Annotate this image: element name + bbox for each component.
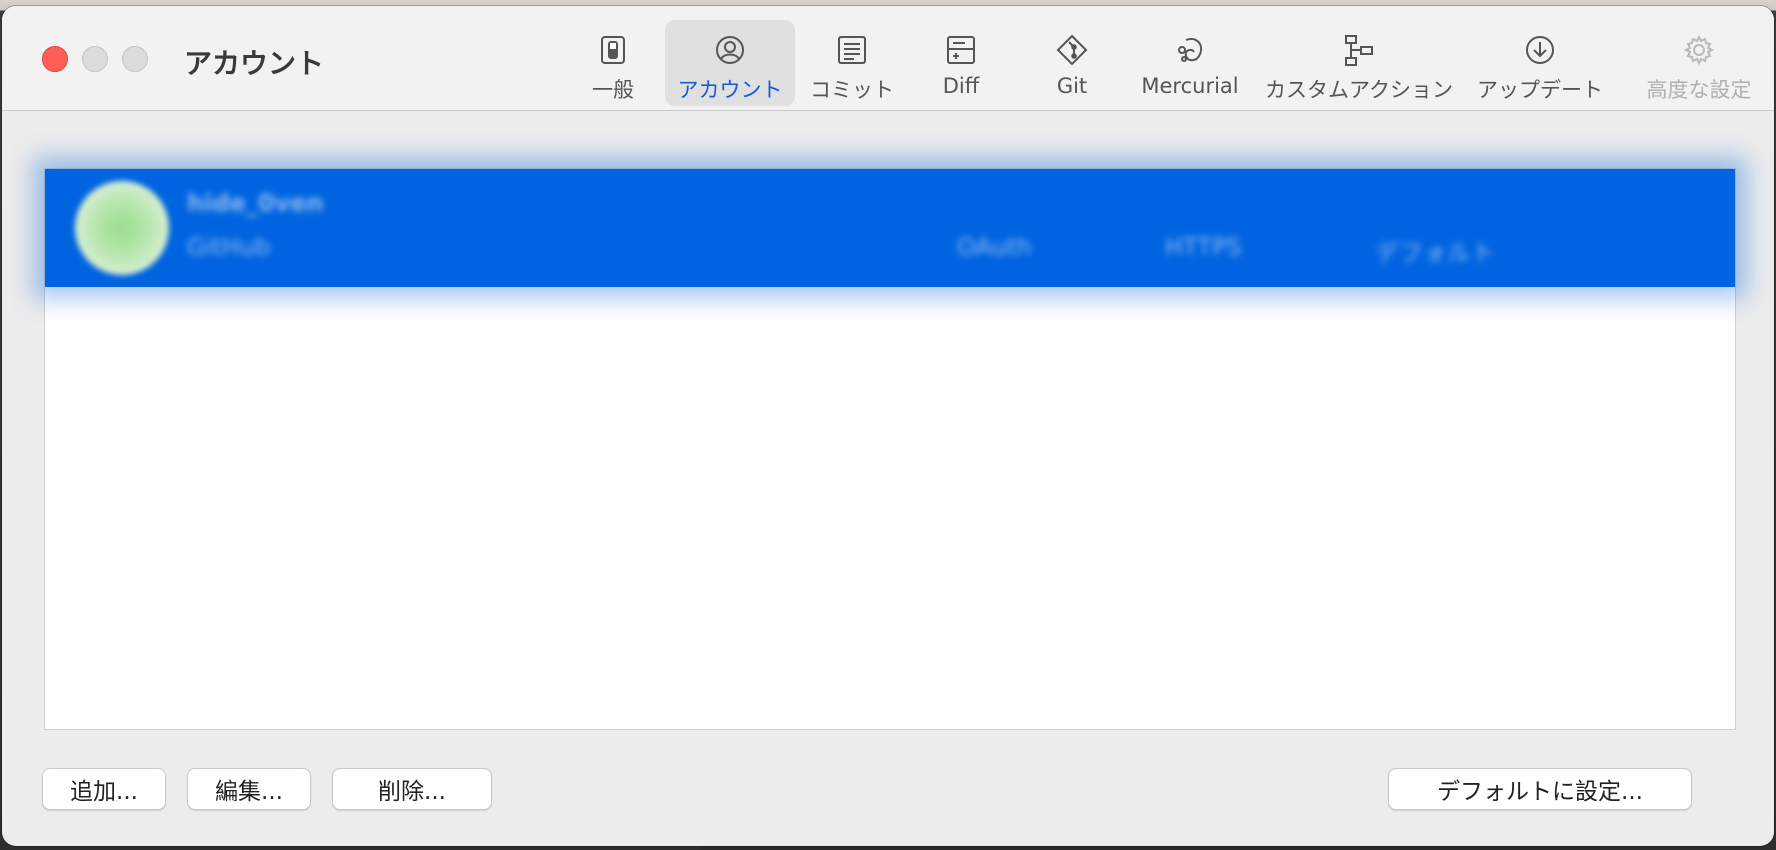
gear-icon — [1681, 32, 1717, 68]
tab-advanced[interactable]: 高度な設定 — [1634, 20, 1764, 106]
tab-general[interactable]: 一般 — [568, 20, 658, 106]
avatar — [75, 181, 169, 275]
tab-commit[interactable]: コミット — [802, 20, 902, 106]
delete-button[interactable]: 削除... — [332, 768, 492, 810]
tab-label: コミット — [810, 78, 894, 102]
switch-icon — [595, 32, 631, 68]
person-circle-icon — [712, 32, 748, 68]
tab-label: Mercurial — [1141, 74, 1239, 98]
tab-custom-actions[interactable]: カスタムアクション — [1264, 20, 1454, 106]
tab-label: Diff — [942, 74, 980, 98]
tab-label: 一般 — [592, 78, 634, 102]
tab-updates[interactable]: アップデート — [1470, 20, 1610, 106]
accounts-list[interactable]: hide_0ven GitHub OAuth HTTPS デフォルト — [44, 168, 1736, 730]
git-icon — [1054, 32, 1090, 68]
account-name: hide_0ven — [187, 189, 324, 217]
account-host: GitHub — [187, 233, 271, 261]
tab-mercurial[interactable]: Mercurial — [1135, 20, 1245, 106]
tab-label: Git — [1056, 74, 1088, 98]
flowchart-icon — [1341, 32, 1377, 68]
edit-button[interactable]: 編集... — [187, 768, 311, 810]
tab-label: アカウント — [677, 78, 783, 102]
document-lines-icon — [834, 32, 870, 68]
add-button[interactable]: 追加... — [42, 768, 166, 810]
account-default-badge: デフォルト — [1375, 239, 1495, 267]
set-default-button[interactable]: デフォルトに設定... — [1388, 768, 1692, 810]
tab-accounts[interactable]: アカウント — [665, 20, 795, 106]
tab-label: カスタムアクション — [1265, 78, 1453, 102]
tab-label: 高度な設定 — [1646, 78, 1752, 102]
account-protocol: HTTPS — [1165, 233, 1242, 261]
diff-icon — [943, 32, 979, 68]
preferences-toolbar: 一般 アカウント コミット Diff Git Mercurial カスタムアクシ… — [2, 14, 1774, 106]
download-circle-icon — [1522, 32, 1558, 68]
titlebar: アカウント 一般 アカウント コミット Diff Git Mercurial カ… — [2, 6, 1774, 111]
tab-diff[interactable]: Diff — [916, 20, 1006, 106]
account-auth: OAuth — [957, 233, 1032, 261]
preferences-window: アカウント 一般 アカウント コミット Diff Git Mercurial カ… — [2, 6, 1774, 846]
mercurial-icon — [1172, 32, 1208, 68]
tab-label: アップデート — [1477, 78, 1603, 102]
account-row-selected[interactable]: hide_0ven GitHub OAuth HTTPS デフォルト — [45, 169, 1735, 287]
tab-git[interactable]: Git — [1027, 20, 1117, 106]
